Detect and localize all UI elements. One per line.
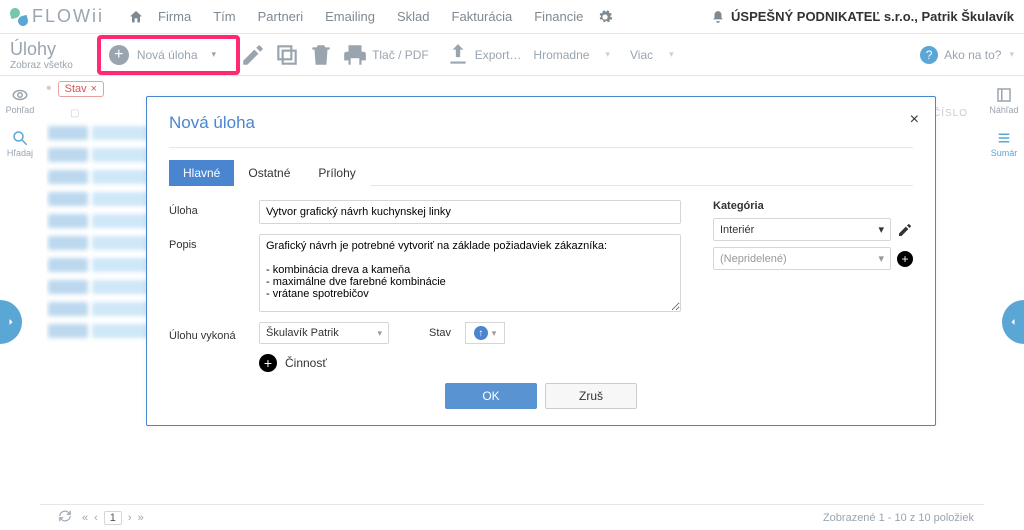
chevron-down-icon: ▾	[605, 49, 610, 60]
gear-icon[interactable]	[597, 9, 613, 25]
home-icon[interactable]	[128, 9, 144, 25]
modal-title: Nová úloha	[169, 113, 913, 133]
page-subtitle[interactable]: Zobraz všetko	[10, 60, 73, 71]
label-uloha: Úloha	[169, 200, 259, 217]
add-activity-label: Činnosť	[285, 356, 327, 370]
footer-counter: Zobrazené 1 - 10 z 10 položiek	[823, 512, 974, 524]
print-label: Tlač / PDF	[372, 48, 429, 62]
printer-icon	[342, 42, 368, 68]
rail-summary-label: Sumár	[991, 148, 1018, 158]
close-icon[interactable]: ×	[91, 83, 97, 95]
new-task-label: Nová úloha	[137, 48, 198, 62]
dropdown-stav[interactable]: ↑ ▾	[465, 322, 505, 344]
dropdown-assignee[interactable]: Škulavík Patrik ▾	[259, 322, 389, 344]
bulk-label: Hromadne	[533, 48, 589, 62]
dropdown-kategoria-1-value: Interiér	[720, 224, 754, 236]
grid-col-number: ČÍSLO	[933, 108, 968, 119]
plus-circle-icon: +	[109, 45, 129, 65]
help-label[interactable]: Ako na to?	[944, 48, 1001, 62]
chevron-down-icon: ▾	[669, 49, 674, 60]
dropdown-assignee-value: Škulavík Patrik	[266, 327, 339, 339]
more-dropdown[interactable]: Viac ▾	[630, 48, 674, 62]
export-button[interactable]: Export…	[441, 42, 534, 68]
company-user-label[interactable]: ÚSPEŠNÝ PODNIKATEĽ s.r.o., Patrik Škulav…	[731, 9, 1014, 24]
chevron-down-icon: ▾	[377, 328, 382, 339]
add-activity-button[interactable]: + Činnosť	[259, 354, 681, 372]
cancel-button[interactable]: Zruš	[545, 383, 637, 409]
bulk-dropdown[interactable]: Hromadne ▾	[533, 48, 610, 62]
rail-preview[interactable]: Náhľad	[989, 86, 1018, 115]
nav-financie[interactable]: Financie	[526, 9, 591, 24]
dropdown-kategoria-1[interactable]: Interiér ▾	[713, 218, 891, 241]
help-icon[interactable]: ?	[920, 46, 938, 64]
new-task-modal: Nová úloha × Hlavné Ostatné Prílohy Úloh…	[146, 96, 936, 426]
pager-current[interactable]: 1	[104, 511, 122, 525]
pager-next[interactable]: ›	[128, 512, 132, 524]
pager-last[interactable]: »	[138, 512, 144, 524]
input-popis[interactable]	[259, 234, 681, 312]
dropdown-kategoria-2-value: (Nepridelené)	[720, 253, 787, 265]
label-assignee: Úlohu vykoná	[169, 325, 259, 342]
rail-search[interactable]: Hľadaj	[7, 129, 33, 158]
pager-prev[interactable]: ‹	[94, 512, 98, 524]
filter-tag-stav[interactable]: Stav ×	[58, 81, 104, 97]
input-uloha[interactable]	[259, 200, 681, 224]
edit-category-icon[interactable]	[897, 222, 913, 238]
nav-partneri[interactable]: Partneri	[250, 9, 312, 24]
tab-ostatne[interactable]: Ostatné	[234, 160, 304, 186]
refresh-icon[interactable]	[58, 509, 72, 526]
chevron-down-icon: ▾	[212, 49, 217, 60]
brand-logo[interactable]: FLOWii	[10, 6, 104, 27]
bell-icon[interactable]	[711, 10, 725, 24]
tab-hlavne[interactable]: Hlavné	[169, 160, 234, 186]
ok-button[interactable]: OK	[445, 383, 537, 409]
chevron-down-icon: ▾	[878, 252, 884, 265]
more-label: Viac	[630, 48, 653, 62]
chevron-down-icon: ▾	[878, 223, 884, 236]
new-task-button[interactable]: + Nová úloha ▾	[101, 40, 236, 70]
page-title: Úlohy	[10, 39, 73, 60]
rail-view[interactable]: Pohľad	[6, 86, 35, 115]
edit-icon[interactable]	[240, 42, 266, 68]
dropdown-kategoria-2[interactable]: (Nepridelené) ▾	[713, 247, 891, 270]
tab-prilohy[interactable]: Prílohy	[304, 160, 369, 186]
filter-dot-icon: •	[46, 80, 52, 98]
brand-mark-icon	[10, 8, 28, 26]
nav-tim[interactable]: Tím	[205, 9, 243, 24]
copy-icon[interactable]	[274, 42, 300, 68]
export-label: Export…	[475, 48, 522, 62]
modal-close-button[interactable]: ×	[910, 111, 919, 129]
nav-fakturacia[interactable]: Fakturácia	[444, 9, 521, 24]
trash-icon[interactable]	[308, 42, 334, 68]
chevron-down-icon[interactable]: ▾	[1009, 49, 1014, 60]
plus-circle-icon: +	[259, 354, 277, 372]
pager-first[interactable]: «	[82, 512, 88, 524]
label-stav: Stav	[429, 327, 451, 339]
filter-tag-label: Stav	[65, 83, 87, 95]
export-icon	[445, 42, 471, 68]
label-popis: Popis	[169, 234, 259, 251]
rail-preview-label: Náhľad	[989, 105, 1018, 115]
label-kategoria: Kategória	[713, 200, 913, 212]
print-button[interactable]: Tlač / PDF	[338, 42, 441, 68]
brand-text: FLOWii	[32, 6, 104, 27]
nav-emailing[interactable]: Emailing	[317, 9, 383, 24]
rail-view-label: Pohľad	[6, 105, 35, 115]
rail-summary[interactable]: Sumár	[991, 129, 1018, 158]
add-category-icon[interactable]: +	[897, 251, 913, 267]
nav-firma[interactable]: Firma	[150, 9, 199, 24]
nav-sklad[interactable]: Sklad	[389, 9, 438, 24]
grid-check-placeholder: ▢	[70, 108, 79, 119]
status-dot-icon: ↑	[474, 326, 488, 340]
rail-search-label: Hľadaj	[7, 148, 33, 158]
chevron-down-icon: ▾	[492, 328, 497, 339]
